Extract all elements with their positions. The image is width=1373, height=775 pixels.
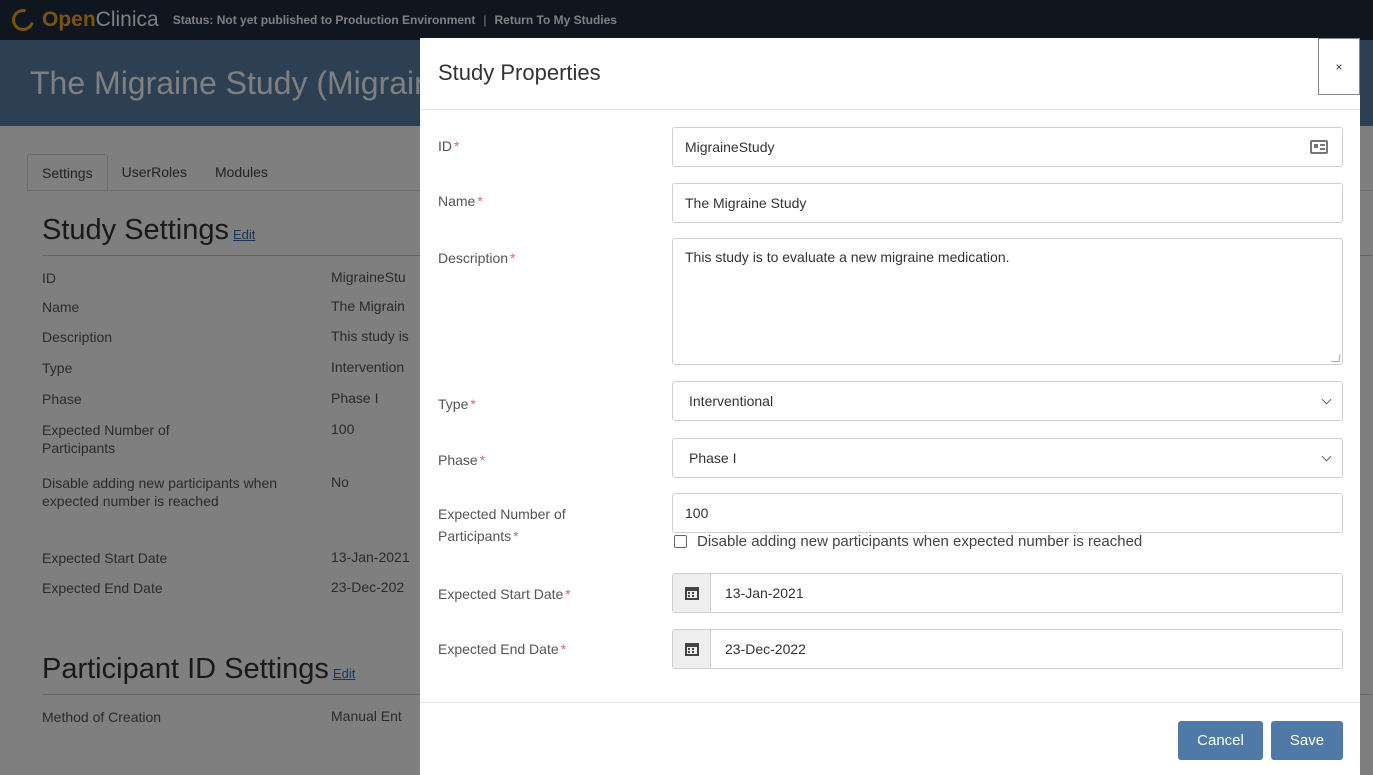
end-date-input[interactable]: 23-Dec-2022	[711, 630, 1342, 668]
chevron-down-icon	[1321, 451, 1332, 462]
calendar-icon	[684, 642, 699, 656]
expected-number-label: Expected Number of Participants *	[438, 503, 566, 547]
end-date-input-group[interactable]: 23-Dec-2022	[672, 629, 1343, 669]
start-date-label: Expected Start Date *	[438, 583, 571, 605]
modal-header: Study Properties ×	[420, 38, 1360, 110]
start-date-calendar-button[interactable]	[673, 574, 711, 612]
expected-number-label-line2: Participants	[438, 528, 512, 544]
end-date-label: Expected End Date *	[438, 638, 566, 660]
close-icon: ×	[1335, 59, 1343, 74]
end-date-calendar-button[interactable]	[673, 630, 711, 668]
name-label: Name *	[438, 190, 483, 212]
required-marker: *	[470, 396, 476, 412]
save-button[interactable]: Save	[1271, 721, 1343, 760]
required-marker: *	[510, 250, 516, 266]
modal-title: Study Properties	[438, 60, 601, 85]
type-select[interactable]: Interventional	[672, 381, 1343, 421]
id-label-text: ID	[438, 138, 452, 154]
calendar-icon	[684, 586, 699, 600]
type-label: Type *	[438, 393, 476, 415]
phase-label-text: Phase	[438, 452, 478, 468]
required-marker: *	[477, 193, 483, 209]
required-marker: *	[560, 641, 567, 657]
start-date-input[interactable]: 13-Jan-2021	[711, 574, 1342, 612]
id-input[interactable]: MigraineStudy	[672, 127, 1343, 167]
id-label: ID *	[438, 135, 459, 157]
disable-adding-checkbox-row[interactable]: Disable adding new participants when exp…	[674, 533, 1142, 550]
required-marker: *	[479, 452, 486, 468]
expected-number-input[interactable]: 100	[672, 493, 1343, 533]
description-label: Description *	[438, 247, 515, 269]
required-marker: *	[454, 138, 460, 154]
type-selected-value: Interventional	[689, 393, 774, 409]
type-label-text: Type	[438, 396, 469, 412]
description-label-text: Description	[438, 250, 509, 266]
disable-adding-checkbox-label[interactable]: Disable adding new participants when exp…	[697, 533, 1142, 550]
name-label-text: Name	[438, 193, 476, 209]
phase-select[interactable]: Phase I	[672, 438, 1343, 478]
phase-selected-value: Phase I	[689, 450, 737, 466]
resize-handle-icon[interactable]	[1331, 354, 1341, 362]
description-value: This study is to evaluate a new migraine…	[685, 249, 1010, 265]
start-date-input-group[interactable]: 13-Jan-2021	[672, 573, 1343, 613]
expected-number-label-line1: Expected Number of	[438, 506, 566, 522]
id-card-icon	[1310, 140, 1328, 154]
required-marker: *	[513, 528, 519, 544]
cancel-button[interactable]: Cancel	[1178, 721, 1263, 760]
study-properties-modal: Study Properties × ID * MigraineStudy Nam…	[420, 38, 1360, 775]
disable-adding-checkbox[interactable]	[674, 535, 687, 548]
phase-label: Phase *	[438, 449, 485, 471]
start-date-label-text: Expected Start Date	[438, 586, 564, 602]
modal-footer-divider	[420, 702, 1360, 703]
close-button[interactable]: ×	[1318, 38, 1360, 95]
end-date-label-text: Expected End Date	[438, 641, 559, 657]
description-textarea[interactable]: This study is to evaluate a new migraine…	[672, 238, 1343, 365]
name-input-value: The Migraine Study	[685, 195, 807, 211]
required-marker: *	[565, 586, 571, 602]
id-input-value: MigraineStudy	[685, 139, 775, 155]
expected-number-value: 100	[685, 505, 709, 521]
name-input[interactable]: The Migraine Study	[672, 183, 1343, 223]
chevron-down-icon	[1321, 394, 1332, 405]
